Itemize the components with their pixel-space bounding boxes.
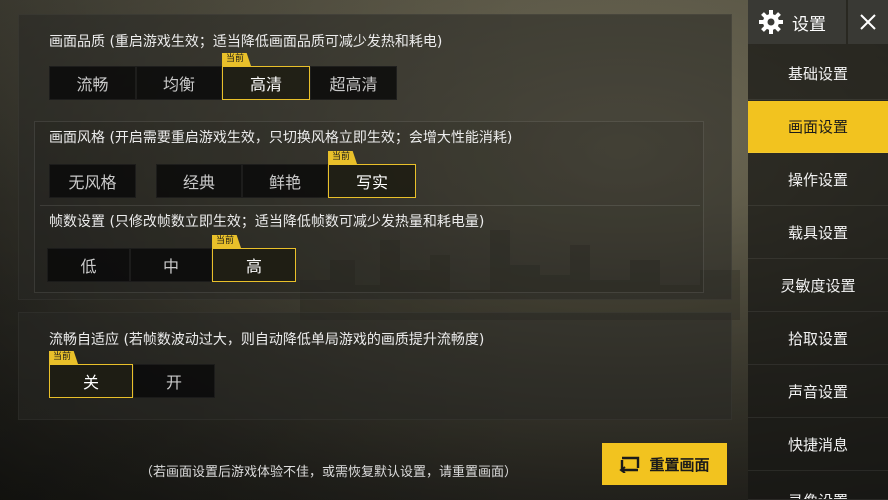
quality-option-balanced[interactable]: 均衡 bbox=[136, 66, 222, 100]
settings-title: 设置 bbox=[792, 14, 826, 35]
sidebar-item-replay[interactable]: 录像设置 bbox=[748, 472, 888, 500]
sidebar-item-graphics[interactable]: 画面设置 bbox=[748, 101, 888, 153]
framerate-option-low[interactable]: 低 bbox=[47, 248, 130, 282]
reset-icon bbox=[619, 456, 640, 473]
current-badge: 当前 bbox=[49, 351, 79, 364]
quality-option-smooth[interactable]: 流畅 bbox=[49, 66, 136, 100]
framerate-option-high[interactable]: 高 bbox=[212, 248, 296, 282]
current-badge: 当前 bbox=[328, 151, 358, 164]
section-divider bbox=[40, 205, 700, 206]
reset-hint-text: （若画面设置后游戏体验不佳，或需恢复默认设置，请重置画面） bbox=[140, 465, 518, 480]
adaptive-option-off[interactable]: 关 bbox=[49, 364, 133, 398]
sidebar-item-controls[interactable]: 操作设置 bbox=[748, 154, 888, 206]
style-option-classic[interactable]: 经典 bbox=[156, 164, 242, 198]
close-button[interactable] bbox=[848, 0, 888, 44]
sidebar-item-pickup[interactable]: 拾取设置 bbox=[748, 313, 888, 365]
sidebar-item-sensitivity[interactable]: 灵敏度设置 bbox=[748, 260, 888, 312]
adaptive-option-on[interactable]: 开 bbox=[133, 364, 215, 398]
framerate-option-medium[interactable]: 中 bbox=[130, 248, 212, 282]
sidebar-item-audio[interactable]: 声音设置 bbox=[748, 366, 888, 418]
style-option-realistic[interactable]: 写实 bbox=[328, 164, 416, 198]
quality-option-ultra-hd[interactable]: 超高清 bbox=[310, 66, 397, 100]
quality-title: 画面品质 (重启游戏生效；适当降低画面品质可减少发热和耗电) bbox=[49, 34, 443, 50]
sidebar-item-quick-messages[interactable]: 快捷消息 bbox=[748, 419, 888, 471]
reset-graphics-button[interactable]: 重置画面 bbox=[602, 443, 727, 485]
current-badge: 当前 bbox=[212, 235, 242, 248]
sidebar-item-vehicles[interactable]: 载具设置 bbox=[748, 207, 888, 259]
style-option-none[interactable]: 无风格 bbox=[49, 164, 136, 198]
close-icon bbox=[860, 14, 876, 30]
quality-option-hd[interactable]: 高清 bbox=[222, 66, 310, 100]
framerate-title: 帧数设置 (只修改帧数立即生效；适当降低帧数可减少发热量和耗电量) bbox=[49, 214, 485, 230]
current-badge: 当前 bbox=[222, 53, 252, 66]
gear-icon bbox=[759, 10, 783, 34]
settings-header: 设置 bbox=[748, 0, 846, 44]
adaptive-title: 流畅自适应 (若帧数波动过大，则自动降低单局游戏的画质提升流畅度) bbox=[49, 332, 485, 348]
reset-button-label: 重置画面 bbox=[649, 455, 710, 474]
style-title: 画面风格 (开启需要重启游戏生效，只切换风格立即生效；会增大性能消耗) bbox=[49, 130, 513, 146]
style-option-vivid[interactable]: 鲜艳 bbox=[242, 164, 328, 198]
sidebar-item-basic[interactable]: 基础设置 bbox=[748, 48, 888, 100]
